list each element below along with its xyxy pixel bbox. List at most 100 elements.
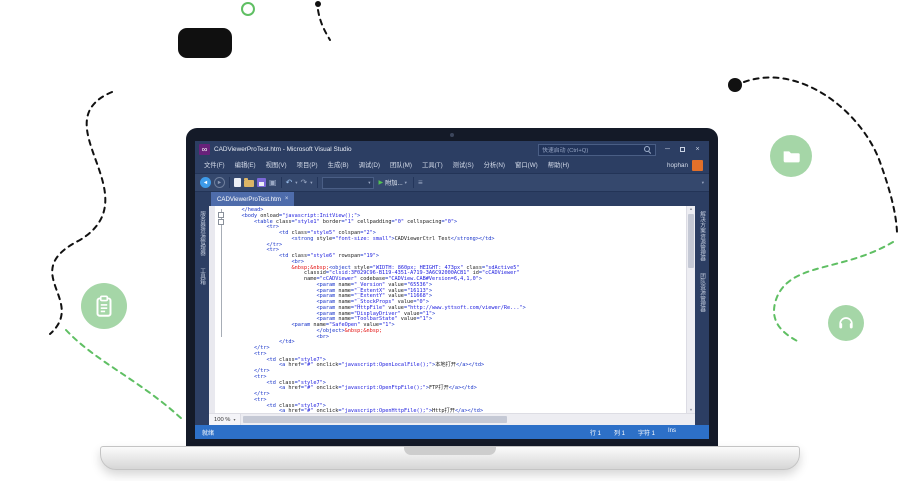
tab-cadviewerprotest[interactable]: CADViewerProTest.htm × <box>211 192 294 206</box>
maximize-icon <box>680 147 685 152</box>
new-file-icon[interactable] <box>234 178 241 187</box>
chevron-down-icon: ▾ <box>405 180 407 186</box>
maximize-button[interactable] <box>675 141 690 158</box>
status-insert-mode: Ins <box>668 428 676 437</box>
close-button[interactable]: × <box>690 141 705 158</box>
dashed-line-top <box>318 10 330 40</box>
toolbar-options-icon[interactable]: ▾ <box>702 180 704 186</box>
code-editor[interactable]: </head> <body onload="javascript:InitVie… <box>209 206 695 413</box>
vertical-scrollbar[interactable]: ▲ ▼ <box>686 206 695 413</box>
headset-badge <box>828 305 864 341</box>
status-character: 字符 1 <box>638 428 655 437</box>
tab-close-icon[interactable]: × <box>285 196 289 202</box>
open-file-icon[interactable] <box>244 180 254 187</box>
dock-tab[interactable]: 解决方案资源管理器 <box>698 211 706 261</box>
decorative-dot-right <box>728 78 742 92</box>
list-icon[interactable]: ≡ <box>418 179 423 187</box>
status-right: 行 1 列 1 字符 1 Ins <box>590 428 702 437</box>
status-ready: 就绪 <box>202 428 214 437</box>
signed-in-user[interactable]: hophan <box>667 162 688 169</box>
window-title: CADViewerProTest.htm - Microsoft Visual … <box>214 146 352 153</box>
toolbar-separator <box>317 177 318 188</box>
main-row: 服务器资源管理器工具箱 </head> <body onload="javasc… <box>195 206 709 425</box>
dashed-line-right <box>744 77 897 232</box>
toolbar-separator <box>281 177 282 188</box>
clipboard-badge <box>81 283 127 329</box>
zoom-level: 100 % <box>214 417 230 423</box>
folder-icon <box>780 145 802 167</box>
editor-column: </head> <body onload="javascript:InitVie… <box>209 206 695 425</box>
undo-caret-icon[interactable]: ▾ <box>295 180 297 186</box>
window-controls: ─ × <box>660 141 705 158</box>
code-lines: </head> <body onload="javascript:InitVie… <box>227 206 686 413</box>
menu-item[interactable]: 调试(D) <box>354 158 385 173</box>
menu-item[interactable]: 编辑(E) <box>230 158 261 173</box>
menu-item[interactable]: 生成(B) <box>323 158 354 173</box>
search-icon <box>644 146 652 154</box>
menu-item[interactable]: 视图(V) <box>261 158 292 173</box>
chevron-down-icon: ▾ <box>368 180 370 186</box>
collapse-box-icon[interactable] <box>218 219 224 225</box>
page: ∞ CADViewerProTest.htm - Microsoft Visua… <box>0 0 901 481</box>
menu-right: hophan <box>667 160 705 171</box>
tab-label: CADViewerProTest.htm <box>217 196 281 203</box>
menu-item[interactable]: 测试(S) <box>448 158 479 173</box>
laptop-screen: ∞ CADViewerProTest.htm - Microsoft Visua… <box>186 128 718 446</box>
save-icon[interactable] <box>257 178 266 187</box>
redo-icon[interactable]: ↷ <box>301 179 308 187</box>
visual-studio-logo-icon: ∞ <box>199 144 210 155</box>
laptop-notch <box>404 447 496 455</box>
horizontal-scrollbar[interactable] <box>241 414 695 425</box>
redo-caret-icon[interactable]: ▾ <box>310 180 312 186</box>
laptop-base <box>100 446 800 470</box>
tab-strip: CADViewerProTest.htm × <box>195 192 709 206</box>
collapse-box-icon[interactable] <box>218 212 224 218</box>
headset-icon <box>836 313 856 333</box>
chevron-down-icon: ▾ <box>233 417 235 422</box>
attach-label: 附加... <box>385 178 403 187</box>
dock-tab[interactable]: 工具箱 <box>198 268 206 285</box>
title-bar: ∞ CADViewerProTest.htm - Microsoft Visua… <box>195 141 709 158</box>
quick-launch-search[interactable]: 快速启动 (Ctrl+Q) <box>538 144 656 156</box>
attach-debugger-button[interactable]: ▶ 附加... ▾ <box>377 178 409 187</box>
menu-item[interactable]: 工具(T) <box>417 158 448 173</box>
quick-launch-placeholder: 快速启动 (Ctrl+Q) <box>542 145 641 154</box>
status-column: 列 1 <box>614 428 625 437</box>
menu-item[interactable]: 文件(F) <box>199 158 230 173</box>
folder-badge <box>770 135 812 177</box>
save-all-icon[interactable]: ▣ <box>269 179 277 187</box>
navigate-back-icon[interactable]: ◄ <box>200 177 211 188</box>
toolbar: ◄ ► ▣ ↶ ▾ ↷ ▾ ▾ ▶ 附加... ▾ <box>195 173 709 192</box>
editor-bottom-bar: 100 % ▾ <box>209 413 695 425</box>
outline-line <box>221 209 222 337</box>
left-dock-tabs: 服务器资源管理器工具箱 <box>195 206 209 425</box>
toolbar-separator <box>229 177 230 188</box>
user-avatar[interactable] <box>692 160 703 171</box>
menu-item[interactable]: 项目(P) <box>292 158 323 173</box>
minimize-button[interactable]: ─ <box>660 141 675 158</box>
menu-bar: 文件(F)编辑(E)视图(V)项目(P)生成(B)调试(D)团队(M)工具(T)… <box>195 158 709 173</box>
menu-item[interactable]: 窗口(W) <box>510 158 543 173</box>
right-dock-tabs: 解决方案资源管理器团队资源管理器 <box>695 206 709 425</box>
play-icon: ▶ <box>379 179 384 186</box>
decorative-ring <box>242 3 254 15</box>
decorative-blob <box>178 28 232 58</box>
dock-tab[interactable]: 团队资源管理器 <box>698 273 706 312</box>
horizontal-scrollbar-thumb[interactable] <box>243 416 506 423</box>
scroll-down-icon[interactable]: ▼ <box>687 408 695 412</box>
zoom-selector[interactable]: 100 % ▾ <box>209 414 241 425</box>
outline-margin <box>215 206 227 413</box>
menu-item[interactable]: 分析(N) <box>479 158 510 173</box>
status-bar: 就绪 行 1 列 1 字符 1 Ins <box>195 425 709 439</box>
clipboard-icon <box>91 293 117 319</box>
dock-tab[interactable]: 服务器资源管理器 <box>198 211 206 256</box>
scroll-up-icon[interactable]: ▲ <box>687 207 695 211</box>
undo-icon[interactable]: ↶ <box>286 179 293 187</box>
vertical-scrollbar-thumb[interactable] <box>688 214 694 268</box>
toolbar-separator <box>413 177 414 188</box>
menu-item[interactable]: 帮助(H) <box>543 158 574 173</box>
navigate-forward-icon[interactable]: ► <box>214 177 225 188</box>
debug-target-dropdown[interactable]: ▾ <box>322 177 374 189</box>
menu-item[interactable]: 团队(M) <box>385 158 417 173</box>
decorative-dot-top <box>315 1 321 7</box>
